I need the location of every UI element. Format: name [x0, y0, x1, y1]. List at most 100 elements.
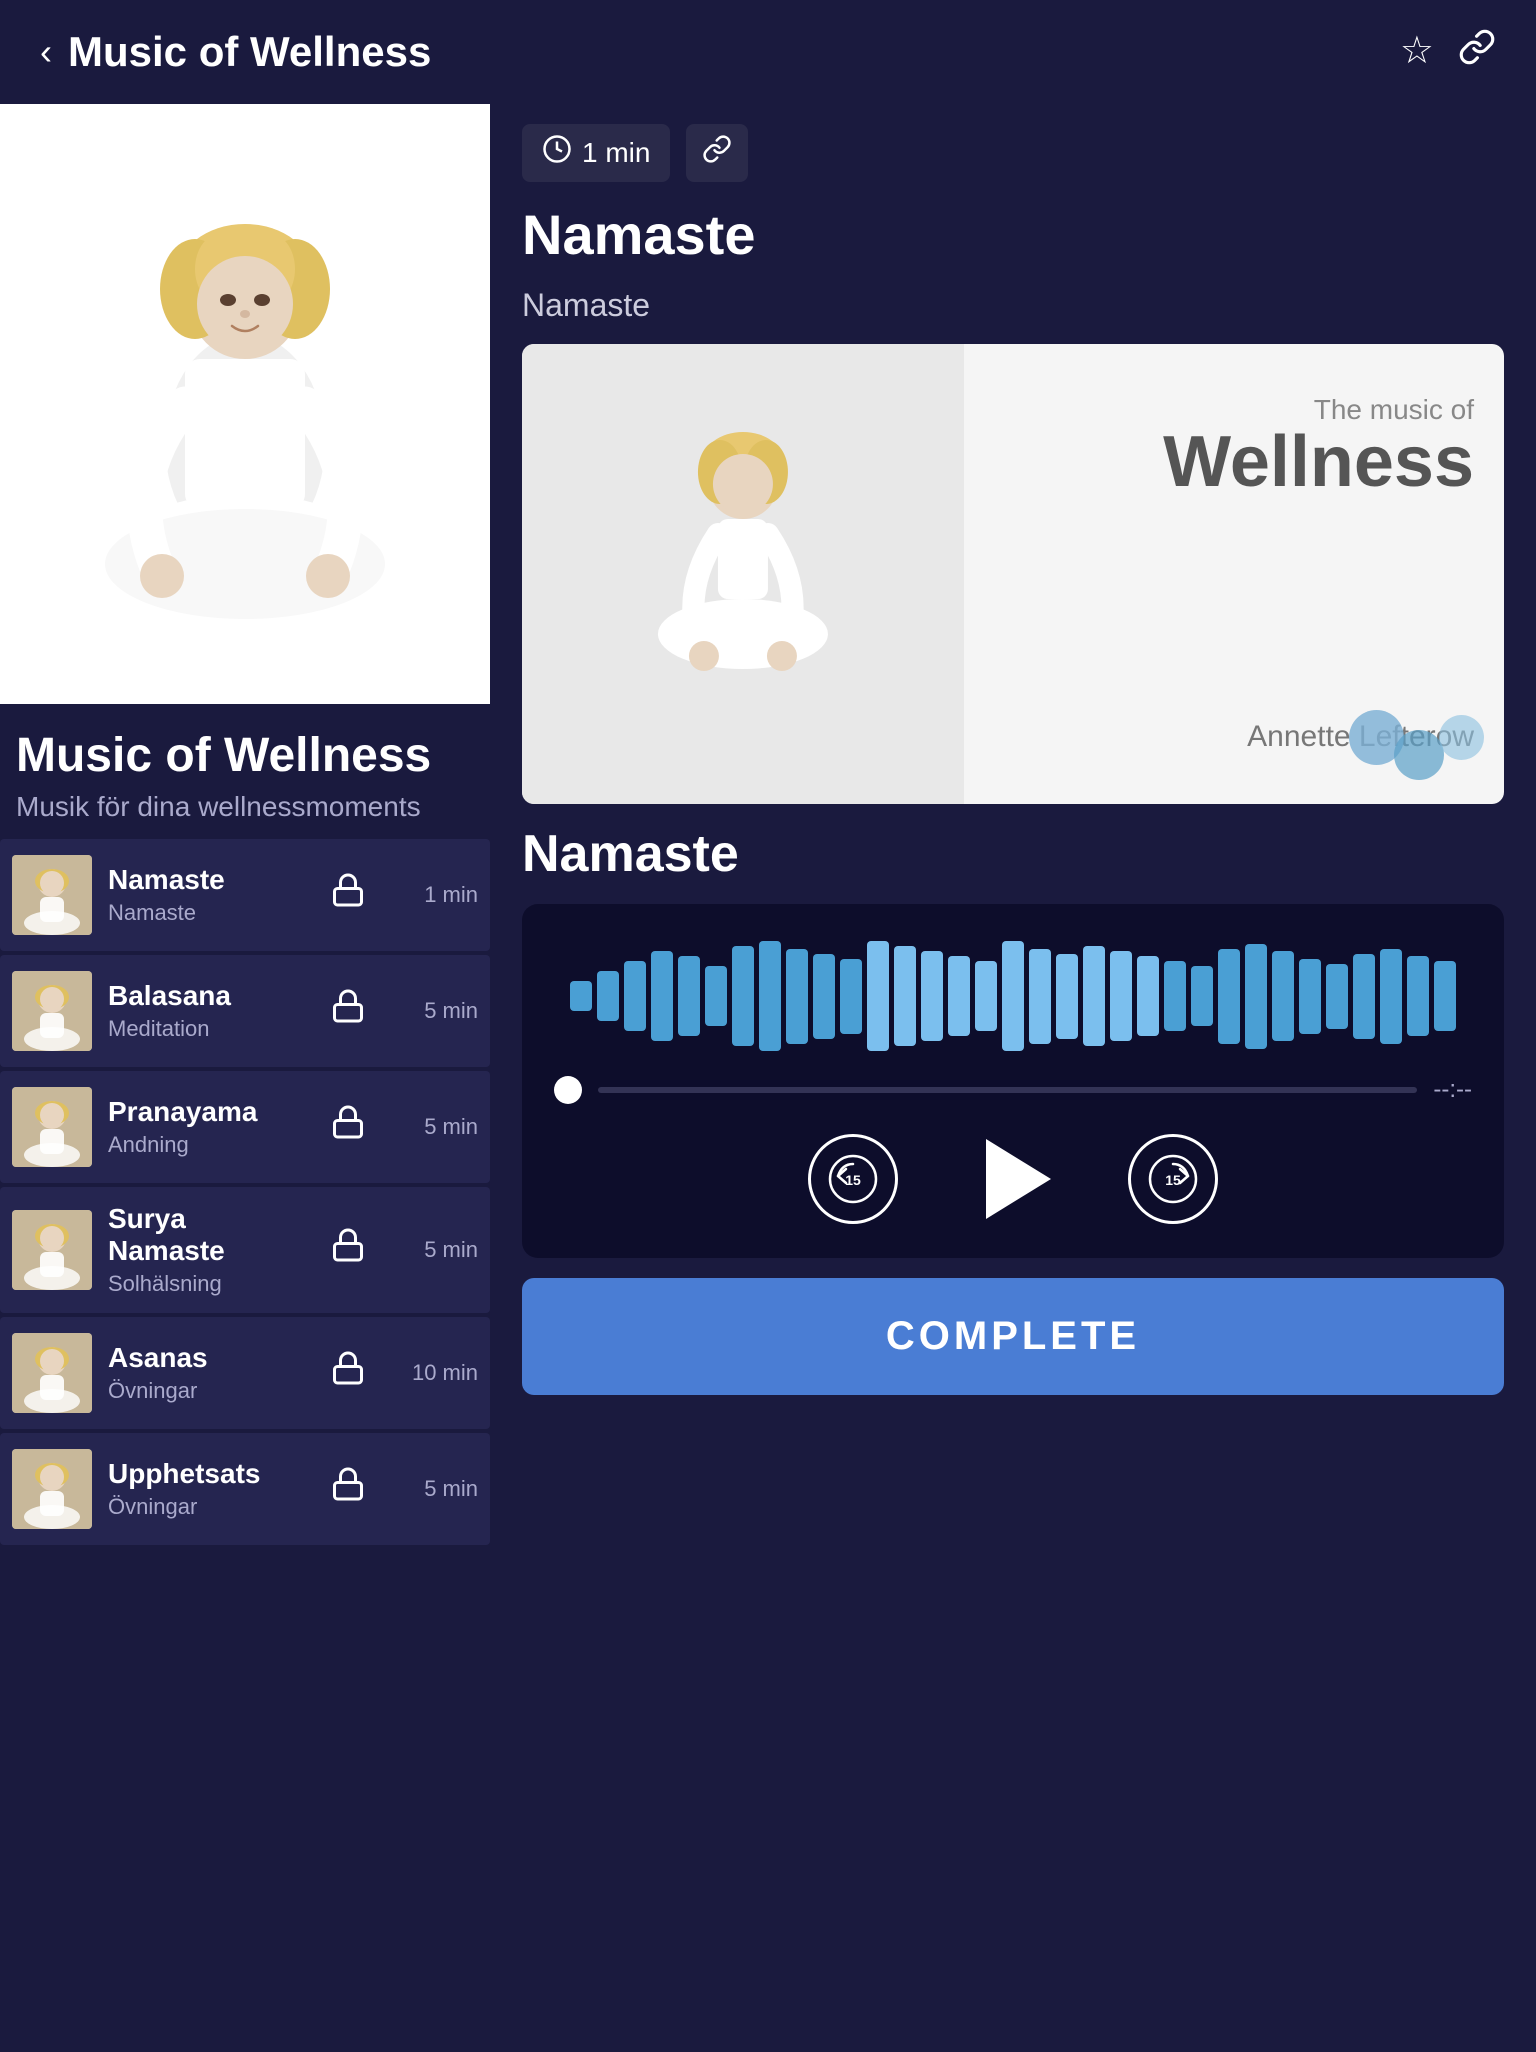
album-card-content: The music of Wellness Annette Lefterow — [522, 344, 1504, 804]
track-item[interactable]: Pranayama Andning 5 min — [0, 1071, 490, 1183]
track-item[interactable]: Balasana Meditation 5 min — [0, 955, 490, 1067]
detail-track-subtitle: Namaste — [522, 287, 1504, 324]
lock-icon — [330, 872, 366, 918]
hero-image — [0, 104, 490, 704]
svg-text:15: 15 — [1165, 1172, 1181, 1188]
track-duration: 1 min — [398, 882, 478, 908]
audio-player: --:-- 15 15 — [522, 904, 1504, 1258]
waveform-bar — [1083, 946, 1105, 1046]
waveform-bar — [813, 954, 835, 1039]
track-desc: Solhälsning — [108, 1271, 298, 1297]
track-desc: Övningar — [108, 1378, 298, 1404]
waveform-bar — [840, 959, 862, 1034]
waveform-bar — [921, 951, 943, 1041]
waveform-bar — [651, 951, 673, 1041]
track-item[interactable]: Surya Namaste Solhälsning 5 min — [0, 1187, 490, 1313]
waveform-bar — [948, 956, 970, 1036]
waveform-bar — [1434, 961, 1456, 1031]
lock-icon — [330, 1104, 366, 1150]
waveform-bar — [786, 949, 808, 1044]
play-icon — [986, 1139, 1051, 1219]
lock-icon — [330, 988, 366, 1034]
album-info: Music of Wellness Musik för dina wellnes… — [0, 704, 490, 839]
album-card-text: The music of Wellness Annette Lefterow — [964, 344, 1504, 804]
waveform-bar — [1164, 961, 1186, 1031]
track-item[interactable]: Namaste Namaste 1 min — [0, 839, 490, 951]
forward-button[interactable]: 15 — [1128, 1134, 1218, 1224]
track-duration: 5 min — [398, 998, 478, 1024]
waveform-bar — [975, 961, 997, 1031]
right-panel: 1 min Namaste Namaste — [490, 104, 1536, 2052]
detail-track-title: Namaste — [522, 202, 1504, 267]
track-name: Asanas — [108, 1342, 298, 1374]
track-thumbnail — [12, 1449, 92, 1529]
track-desc: Övningar — [108, 1494, 298, 1520]
waveform-bar — [1272, 951, 1294, 1041]
waveform-bar — [1218, 949, 1240, 1044]
track-name: Namaste — [108, 864, 298, 896]
album-title: Music of Wellness — [16, 728, 474, 783]
back-button[interactable]: ‹ — [40, 31, 52, 73]
waveform — [554, 936, 1472, 1056]
track-thumbnail — [12, 855, 92, 935]
track-name: Upphetsats — [108, 1458, 298, 1490]
waveform-bar — [1407, 956, 1429, 1036]
progress-dot[interactable] — [554, 1076, 582, 1104]
track-info: Balasana Meditation — [108, 980, 298, 1042]
progress-time: --:-- — [1433, 1076, 1472, 1104]
waveform-bar — [1002, 941, 1024, 1051]
favorite-icon[interactable]: ☆ — [1400, 28, 1434, 76]
lock-icon — [330, 1227, 366, 1273]
waveform-bar — [1353, 954, 1375, 1039]
lock-icon — [330, 1350, 366, 1396]
track-info: Namaste Namaste — [108, 864, 298, 926]
complete-button[interactable]: COMPLETE — [522, 1278, 1504, 1395]
track-info: Surya Namaste Solhälsning — [108, 1203, 298, 1297]
album-card: The music of Wellness Annette Lefterow — [522, 344, 1504, 804]
svg-text:15: 15 — [845, 1172, 861, 1188]
player-track-title: Namaste — [522, 824, 1504, 884]
waveform-bar — [1056, 954, 1078, 1039]
rewind-button[interactable]: 15 — [808, 1134, 898, 1224]
track-name: Surya Namaste — [108, 1203, 298, 1267]
header-title: Music of Wellness — [68, 28, 431, 76]
waveform-bar — [1029, 949, 1051, 1044]
share-icon[interactable] — [1458, 28, 1496, 76]
app-header: ‹ Music of Wellness ☆ — [0, 0, 1536, 104]
waveform-bar — [1326, 964, 1348, 1029]
waveform-bar — [597, 971, 619, 1021]
track-item[interactable]: Upphetsats Övningar 5 min — [0, 1433, 490, 1545]
waveform-bar — [678, 956, 700, 1036]
lock-icon — [330, 1466, 366, 1512]
track-info: Asanas Övningar — [108, 1342, 298, 1404]
waveform-bar — [759, 941, 781, 1051]
play-button[interactable] — [958, 1124, 1068, 1234]
album-subtitle: Musik för dina wellnessmoments — [16, 791, 474, 823]
link-badge[interactable] — [686, 124, 748, 182]
waveform-bar — [705, 966, 727, 1026]
track-thumbnail — [12, 1333, 92, 1413]
track-desc: Meditation — [108, 1016, 298, 1042]
track-thumbnail — [12, 1210, 92, 1290]
progress-bar[interactable] — [598, 1087, 1417, 1093]
waveform-bar — [732, 946, 754, 1046]
left-panel: Music of Wellness Musik för dina wellnes… — [0, 104, 490, 2052]
waveform-bar — [1137, 956, 1159, 1036]
waveform-bar — [570, 981, 592, 1011]
clock-icon — [542, 134, 572, 172]
meta-row: 1 min — [522, 124, 1504, 182]
duration-text: 1 min — [582, 137, 650, 169]
duration-badge: 1 min — [522, 124, 670, 182]
track-item[interactable]: Asanas Övningar 10 min — [0, 1317, 490, 1429]
track-desc: Namaste — [108, 900, 298, 926]
album-card-main-title: Wellness — [994, 426, 1474, 498]
header-left: ‹ Music of Wellness — [40, 28, 431, 76]
track-duration: 5 min — [398, 1237, 478, 1263]
waveform-bar — [1299, 959, 1321, 1034]
waveform-bar — [894, 946, 916, 1046]
track-name: Pranayama — [108, 1096, 298, 1128]
waveform-bar — [1191, 966, 1213, 1026]
progress-row[interactable]: --:-- — [554, 1076, 1472, 1104]
track-list: Namaste Namaste 1 min Balasana Meditatio… — [0, 839, 490, 2052]
track-info: Pranayama Andning — [108, 1096, 298, 1158]
